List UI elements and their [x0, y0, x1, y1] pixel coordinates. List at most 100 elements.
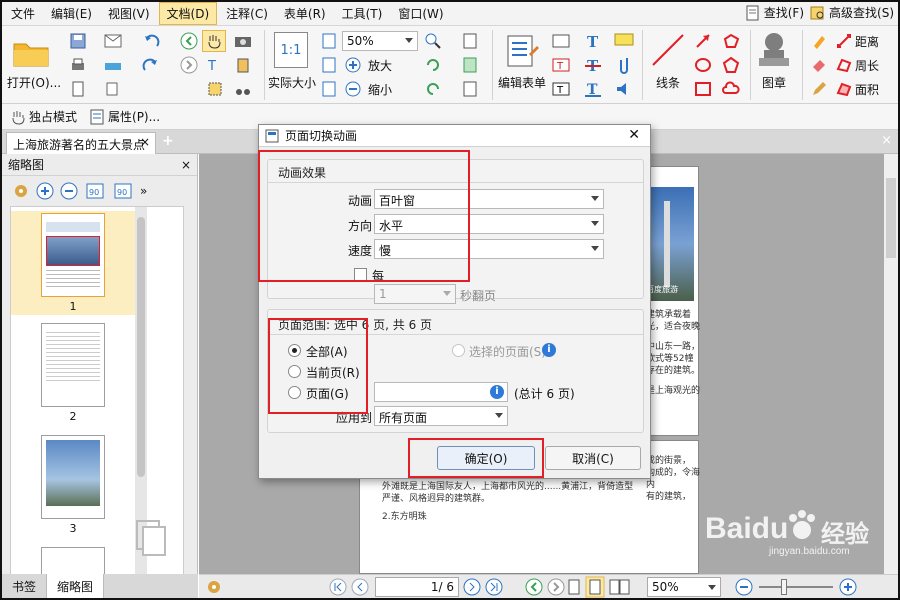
edit-form-button[interactable]: 编辑表单 — [494, 74, 550, 90]
arrow-icon[interactable] — [692, 32, 714, 50]
enlarge-thumbnail-icon[interactable] — [36, 182, 54, 200]
print-icon[interactable] — [68, 56, 88, 74]
first-page-icon[interactable] — [329, 578, 347, 596]
close-document-icon[interactable]: × — [881, 133, 892, 148]
zoom-out-icon[interactable] — [735, 578, 753, 596]
page-number-field[interactable]: 1/ 6 — [375, 577, 459, 597]
line-tool-icon[interactable] — [648, 30, 688, 70]
menu-tools[interactable]: 工具(T) — [335, 3, 390, 24]
stamp-icon[interactable] — [754, 28, 794, 72]
page-range-input[interactable] — [374, 382, 508, 402]
perimeter-button[interactable]: 周长 — [836, 56, 896, 74]
forward-view-icon[interactable] — [547, 578, 565, 596]
forward-icon[interactable] — [178, 56, 200, 74]
document-scrollbar[interactable] — [884, 154, 898, 574]
solo-mode-button[interactable]: 独占模式 — [10, 108, 77, 125]
last-page-icon[interactable] — [485, 578, 503, 596]
underline-icon[interactable]: T — [582, 80, 604, 98]
thumbnail-page-3[interactable]: 3 — [11, 435, 135, 535]
text-field-icon[interactable] — [550, 32, 572, 50]
previous-page-icon[interactable] — [351, 578, 369, 596]
menu-window[interactable]: 窗口(W) — [391, 3, 450, 24]
highlight-icon[interactable] — [808, 32, 830, 50]
close-icon[interactable]: ✕ — [628, 127, 640, 143]
attachment-icon[interactable] — [612, 56, 636, 74]
menu-comment[interactable]: 注释(C) — [219, 3, 275, 24]
single-page-icon[interactable] — [567, 578, 581, 596]
zoom-in-button[interactable]: 放大 — [364, 57, 396, 73]
note-icon[interactable] — [612, 32, 636, 50]
thumbnail-page-2[interactable]: 2 — [11, 323, 135, 423]
stamp-button[interactable]: 图章 — [754, 74, 794, 90]
zoom-in-icon[interactable] — [344, 56, 362, 74]
pencil-icon[interactable] — [808, 80, 830, 98]
menu-view[interactable]: 视图(V) — [101, 3, 157, 24]
typewriter-icon[interactable]: T — [582, 32, 604, 50]
properties-button[interactable]: 属性(P)... — [89, 108, 160, 125]
snapshot-icon[interactable] — [232, 30, 254, 52]
select-text-icon[interactable]: T — [204, 56, 226, 74]
actual-size-icon[interactable]: 1:1 — [274, 32, 308, 68]
bookmarks-tab[interactable]: 书签 — [2, 574, 48, 598]
email-icon[interactable] — [102, 32, 124, 50]
thumbnail-page-1[interactable]: 1 — [11, 211, 135, 315]
close-tab-icon[interactable]: × — [140, 135, 150, 149]
circle-icon[interactable] — [692, 56, 714, 74]
thumbnail-page-4[interactable] — [11, 547, 135, 577]
polygon-icon[interactable] — [720, 32, 742, 50]
new-doc-icon[interactable] — [68, 80, 88, 98]
gear-icon[interactable] — [12, 182, 30, 200]
eraser-icon[interactable] — [808, 56, 830, 74]
gear-icon[interactable] — [205, 578, 223, 596]
rotate-right-icon[interactable]: 90 — [112, 182, 134, 200]
document-tab[interactable]: 上海旅游著名的五大景点 × — [6, 132, 156, 154]
sound-icon[interactable] — [612, 80, 636, 98]
auto-flip-seconds[interactable]: 1 — [374, 284, 456, 304]
open-button[interactable]: 打开(O)... — [6, 74, 62, 90]
apply-to-select[interactable]: 所有页面 — [374, 406, 508, 426]
advanced-find-button[interactable]: 高级查找(S) — [810, 4, 894, 21]
pentagon-icon[interactable] — [720, 56, 742, 74]
clipboard-icon[interactable] — [232, 56, 254, 74]
distance-button[interactable]: 距离 — [836, 32, 896, 50]
thumbnails-tab[interactable]: 缩略图 — [47, 574, 105, 598]
binoculars-icon[interactable] — [232, 80, 254, 98]
lines-button[interactable]: 线条 — [648, 74, 688, 90]
zoom-in-icon[interactable] — [839, 578, 857, 596]
fit-visible-icon[interactable] — [320, 80, 338, 98]
back-view-icon[interactable] — [525, 578, 543, 596]
fit-width-icon[interactable] — [320, 56, 338, 74]
menu-form[interactable]: 表单(R) — [277, 3, 333, 24]
menu-edit[interactable]: 编辑(E) — [44, 3, 99, 24]
edit-form-icon[interactable] — [500, 32, 544, 70]
fit-page-icon[interactable] — [320, 32, 338, 50]
area-button[interactable]: 面积 — [836, 80, 896, 98]
status-zoom-select[interactable]: 50% — [647, 577, 721, 597]
crop-icon[interactable] — [204, 80, 226, 98]
zoom-out-button[interactable]: 缩小 — [364, 81, 396, 97]
next-page-icon[interactable] — [463, 578, 481, 596]
cloud-icon[interactable] — [720, 80, 742, 98]
page-setup-icon[interactable] — [458, 32, 484, 50]
zoom-slider-handle[interactable] — [781, 579, 787, 595]
zoom-slider[interactable] — [759, 579, 833, 595]
close-panel-icon[interactable]: × — [181, 158, 191, 172]
menu-document[interactable]: 文档(D) — [158, 2, 218, 25]
extract-page-icon[interactable] — [458, 80, 484, 98]
continuous-page-icon[interactable] — [585, 576, 605, 598]
callout-icon[interactable]: T — [550, 80, 572, 98]
selected-pages-radio[interactable] — [452, 344, 465, 357]
find-button[interactable]: 查找(F) — [745, 4, 804, 21]
facing-pages-icon[interactable] — [609, 578, 631, 596]
info-icon[interactable]: i — [542, 343, 556, 357]
shrink-thumbnail-icon[interactable] — [60, 182, 78, 200]
open-folder-icon[interactable] — [6, 32, 56, 72]
export-icon[interactable] — [102, 80, 124, 98]
new-tab-icon[interactable]: + — [162, 133, 174, 149]
zoom-select[interactable]: 50% — [342, 31, 418, 51]
redo-icon[interactable] — [140, 56, 162, 74]
menu-file[interactable]: 文件 — [4, 3, 42, 24]
undo-icon[interactable] — [140, 32, 162, 50]
save-icon[interactable] — [68, 32, 88, 50]
add-page-icon[interactable] — [458, 56, 484, 74]
